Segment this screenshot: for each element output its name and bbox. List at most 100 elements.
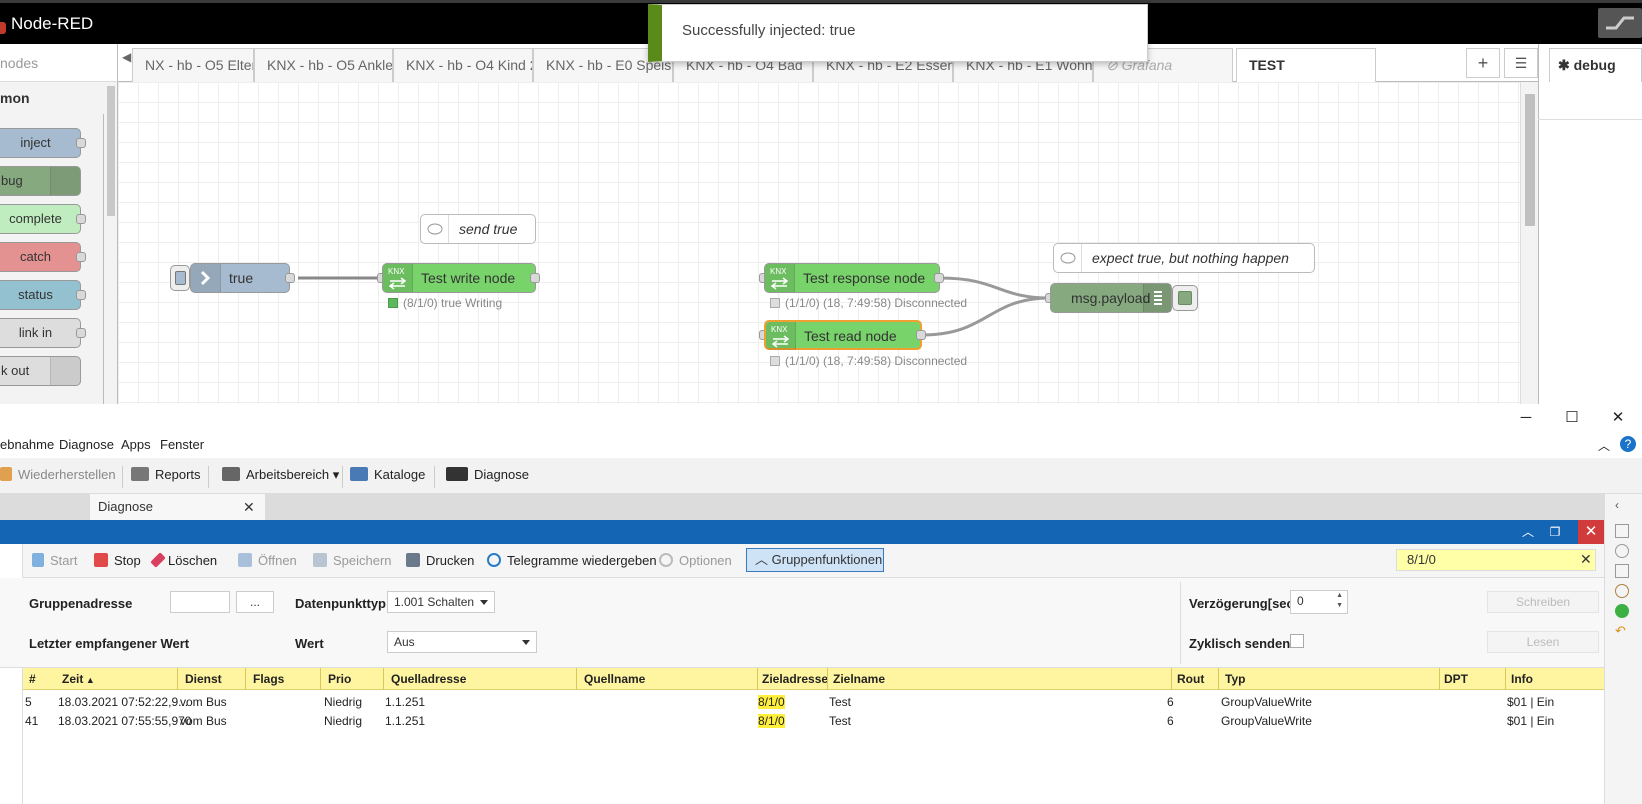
menu-diagnose[interactable]: Diagnose: [59, 437, 114, 452]
col-flags[interactable]: Flags: [253, 672, 284, 686]
tab-scroll-left-icon[interactable]: ◀: [122, 50, 131, 64]
spinner-arrows-icon[interactable]: ▲ ▼: [1336, 591, 1343, 611]
tab-o4-kind2[interactable]: KNX - hb - O4 Kind 2: [393, 48, 533, 82]
palette-node-catch[interactable]: catch: [0, 242, 86, 272]
col-source-name[interactable]: Quellname: [584, 672, 645, 686]
response-output-port[interactable]: [934, 273, 944, 283]
doc-tab-diagnose[interactable]: Diagnose: [90, 494, 265, 520]
knx-write-node[interactable]: KNX Test write node: [382, 263, 536, 293]
close-panel-icon[interactable]: ✕: [1578, 520, 1604, 544]
sidebar-tab-debug[interactable]: ✱ debug: [1549, 48, 1642, 82]
replay-button[interactable]: Telegramme wiedergeben: [487, 553, 657, 568]
chevron-up-icon[interactable]: ︿: [1598, 437, 1610, 454]
col-type[interactable]: Typ: [1225, 672, 1245, 686]
tab-o5-ankle[interactable]: KNX - hb - O5 Ankle: [254, 48, 393, 82]
chevron-left-icon[interactable]: ‹: [1615, 498, 1629, 512]
catalogs-button[interactable]: Kataloge: [350, 467, 425, 482]
debug-node[interactable]: msg.payload: [1050, 283, 1172, 313]
write-button[interactable]: Schreiben: [1487, 591, 1599, 613]
group-functions-toggle[interactable]: ︿ Gruppenfunktionen: [746, 548, 884, 572]
scroll-thumb[interactable]: [1525, 94, 1535, 226]
open-button[interactable]: Öffnen: [238, 553, 297, 568]
reports-button[interactable]: Reports: [131, 467, 201, 482]
menu-fenster[interactable]: Fenster: [160, 437, 204, 452]
print-button[interactable]: Drucken: [406, 553, 474, 568]
chevron-up-icon[interactable]: ︿: [1518, 523, 1538, 541]
close-window-icon[interactable]: ✕: [1607, 408, 1629, 428]
tab-list-icon[interactable]: ☰: [1504, 48, 1538, 78]
workspace-dropdown-button[interactable]: Arbeitsbereich ▾: [222, 467, 339, 483]
group-address-input[interactable]: [170, 591, 230, 613]
workspace-scrollbar[interactable]: [1520, 82, 1538, 404]
palette-node-link-out[interactable]: k out: [0, 356, 81, 386]
knx-read-node[interactable]: KNX Test read node: [764, 320, 922, 350]
write-output-port[interactable]: [530, 273, 540, 283]
search-icon[interactable]: [1615, 544, 1629, 558]
col-route[interactable]: Rout: [1177, 672, 1204, 686]
palette-node-complete[interactable]: complete: [0, 204, 86, 234]
cyclic-checkbox[interactable]: [1290, 634, 1304, 648]
palette-category-header[interactable]: mon: [0, 82, 118, 114]
table-row[interactable]: 41 18.03.2021 07:55:55,970 vom Bus Niedr…: [23, 711, 1604, 730]
inject-output-port[interactable]: [285, 273, 295, 283]
add-tab-button[interactable]: +: [1466, 48, 1500, 78]
tab-o5-eltern[interactable]: NX - hb - O5 Eltern: [132, 48, 254, 82]
palette-search-input[interactable]: nodes: [0, 44, 118, 82]
col-dpt[interactable]: DPT: [1444, 672, 1468, 686]
help-icon[interactable]: ?: [1620, 436, 1636, 452]
palette-node-link-in[interactable]: link in: [0, 318, 86, 348]
menu-apps[interactable]: Apps: [121, 437, 151, 452]
debug-toggle-button[interactable]: [1172, 285, 1198, 311]
minimize-icon[interactable]: ─: [1515, 408, 1537, 428]
clear-button[interactable]: Löschen: [150, 552, 217, 568]
value-select[interactable]: Aus: [387, 631, 537, 653]
palette-scrollbar[interactable]: [104, 82, 118, 404]
cell-destination-name: Test: [829, 695, 852, 709]
save-button[interactable]: Speichern: [313, 553, 392, 568]
address-filter-input[interactable]: 8/1/0: [1396, 549, 1596, 571]
inject-trigger-button[interactable]: [170, 265, 190, 291]
palette-node-inject[interactable]: inject: [0, 128, 86, 158]
stop-button[interactable]: Stop: [94, 553, 141, 568]
col-destination-name[interactable]: Zielname: [833, 672, 885, 686]
wire-response-debug: [939, 276, 1051, 300]
play-icon[interactable]: [1615, 604, 1629, 618]
clock-icon[interactable]: [1615, 584, 1629, 598]
comment-send-true[interactable]: send true: [420, 214, 536, 244]
col-destination-address[interactable]: Zieladresse: [762, 672, 828, 686]
table-row[interactable]: 5 18.03.2021 07:52:22,9... vom Bus Niedr…: [23, 692, 1604, 711]
col-time[interactable]: Zeit ▲: [62, 672, 95, 686]
knx-response-node[interactable]: KNX Test response node: [764, 263, 940, 293]
close-tab-icon[interactable]: ✕: [243, 494, 255, 520]
tab-test[interactable]: TEST: [1236, 48, 1376, 83]
col-service[interactable]: Dienst: [185, 672, 222, 686]
col-number[interactable]: #: [29, 672, 36, 686]
options-button[interactable]: Optionen: [659, 553, 732, 568]
properties-icon[interactable]: [1615, 524, 1629, 538]
delay-spinner[interactable]: 0 ▲ ▼: [1290, 590, 1348, 614]
diagnose-button[interactable]: Diagnose: [446, 467, 529, 482]
maximize-icon[interactable]: ☐: [1561, 408, 1583, 428]
inject-node[interactable]: true: [190, 263, 290, 293]
browse-button[interactable]: ...: [236, 591, 274, 613]
restore-button[interactable]: Wiederherstellen: [0, 467, 116, 482]
undo-icon[interactable]: ↶: [1615, 624, 1629, 638]
overview-icon[interactable]: [1615, 564, 1629, 578]
read-button[interactable]: Lesen: [1487, 631, 1599, 653]
col-source-address[interactable]: Quelladresse: [391, 672, 466, 686]
palette-node-debug[interactable]: bug: [0, 166, 81, 196]
deploy-button[interactable]: [1598, 8, 1642, 38]
cell-time: 18.03.2021 07:55:55,970: [58, 714, 192, 728]
comment-expect-true[interactable]: expect true, but nothing happen: [1053, 243, 1315, 273]
read-output-port[interactable]: [916, 330, 926, 340]
scroll-thumb[interactable]: [107, 86, 115, 216]
dpt-select[interactable]: 1.001 Schalten: [387, 591, 495, 613]
clear-filter-icon[interactable]: ✕: [1580, 551, 1592, 568]
restore-window-icon[interactable]: ❐: [1545, 523, 1565, 541]
menu-inbetriebnahme[interactable]: ebnahme: [0, 437, 54, 452]
col-prio[interactable]: Prio: [328, 672, 351, 686]
palette-node-status[interactable]: status: [0, 280, 86, 310]
col-info[interactable]: Info: [1511, 672, 1533, 686]
flow-workspace[interactable]: true send true KNX Test write node (8/1/…: [118, 82, 1538, 404]
start-button[interactable]: Start: [32, 553, 77, 568]
